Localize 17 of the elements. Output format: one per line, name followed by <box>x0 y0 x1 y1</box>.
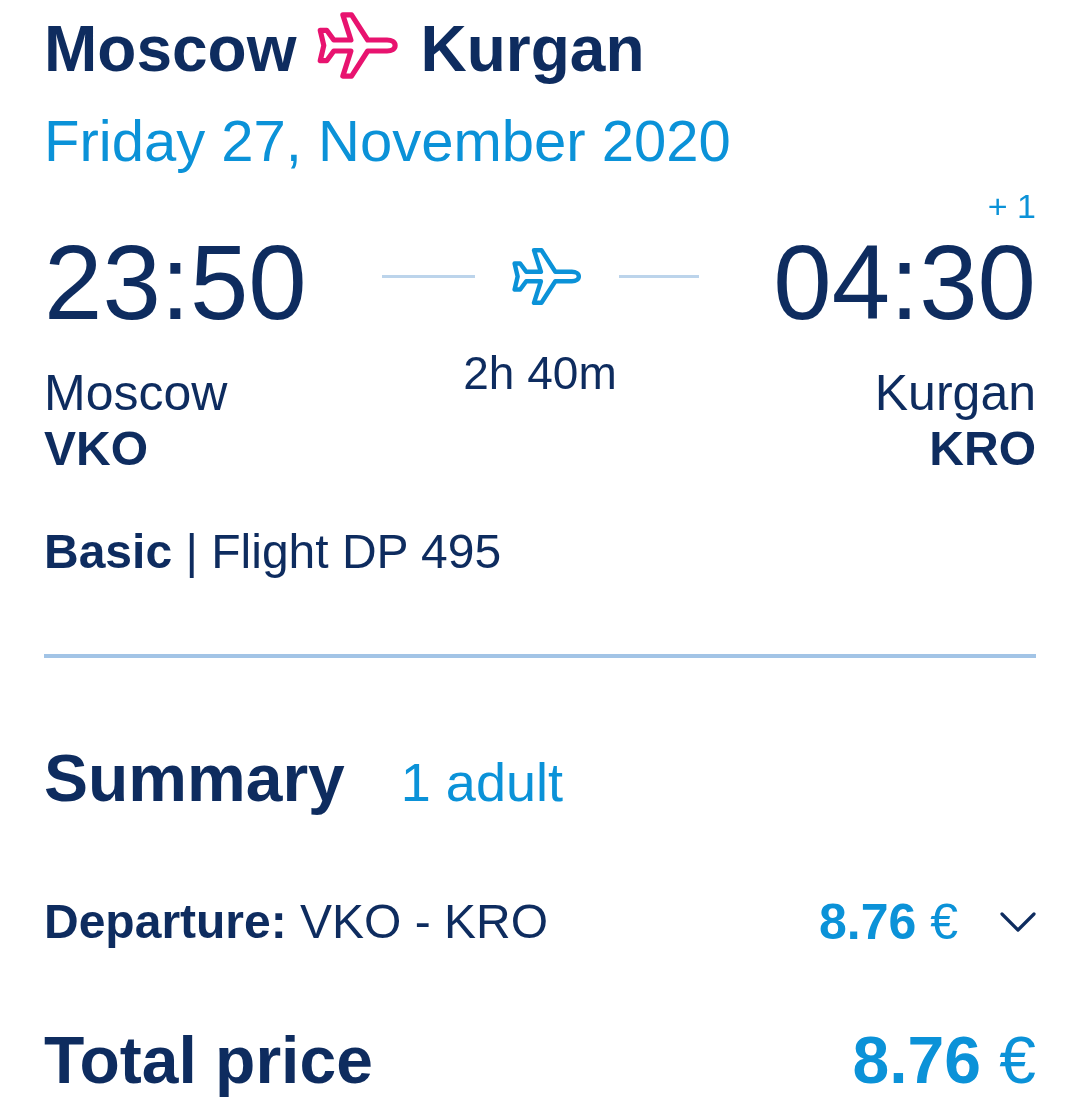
airplane-icon <box>510 246 583 307</box>
flight-leg-label: Departure: VKO - KRO <box>44 898 549 946</box>
arrival-time: 04:30 <box>773 230 1036 335</box>
leg-price: 8.76 € <box>818 897 958 947</box>
passenger-count: 1 adult <box>400 755 563 809</box>
origin-city: Moscow <box>44 16 297 81</box>
departure-airport-code: VKO <box>44 425 148 473</box>
arrival-city: Kurgan <box>874 368 1036 418</box>
day-offset: + 1 <box>987 189 1036 223</box>
departure-time: 23:50 <box>44 230 307 335</box>
flight-duration: 2h 40m <box>463 350 617 396</box>
total-price: 8.76 € <box>852 1027 1036 1093</box>
departure-city: Moscow <box>44 368 228 418</box>
airplane-icon <box>316 10 401 81</box>
fare-info: Basic | Flight DP 495 <box>44 528 502 576</box>
arrival-airport-code: KRO <box>929 425 1036 473</box>
chevron-down-icon[interactable] <box>1000 912 1036 932</box>
